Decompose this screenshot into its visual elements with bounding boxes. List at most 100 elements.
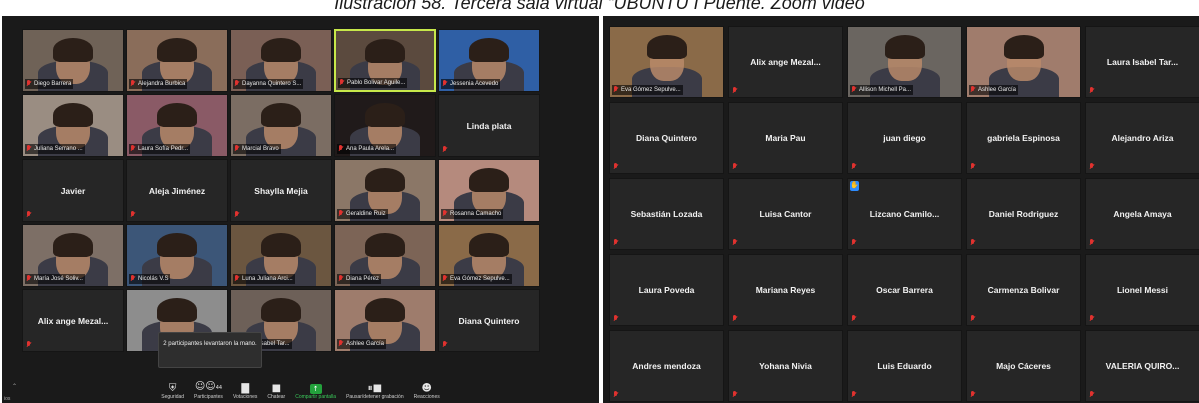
right-participant-tile[interactable]: Laura Isabel Tar...	[1085, 26, 1199, 98]
left-participant-tile[interactable]: María José Soliv...	[22, 224, 124, 287]
mic-muted-icon	[732, 163, 738, 170]
participant-name-tag: María José Soliv...	[25, 273, 85, 284]
left-participant-tile[interactable]: Geraldine Ruiz	[334, 159, 436, 222]
participant-name: Majo Cáceres	[996, 361, 1051, 371]
participant-name: Lizcano Camilo...	[869, 209, 940, 219]
left-participant-tile[interactable]: Javier	[22, 159, 124, 222]
participant-name: Laura Poveda	[638, 285, 695, 295]
mic-muted-icon	[970, 391, 976, 398]
participant-name: Jessenia Acevedo	[450, 81, 499, 87]
right-participant-tile[interactable]: VALERIA QUIRO...	[1085, 330, 1199, 402]
left-participant-tile[interactable]: Linda plata	[438, 94, 540, 157]
right-participant-tile[interactable]: Lizcano Camilo... ✋	[847, 178, 962, 250]
participant-name-tag: Diana Pérez	[337, 273, 382, 284]
right-participant-tile[interactable]: Oscar Barrera	[847, 254, 962, 326]
right-participant-tile[interactable]: Luis Eduardo	[847, 330, 962, 402]
right-participant-tile[interactable]: juan diego	[847, 102, 962, 174]
participant-name: Daniel Rodriguez	[988, 209, 1059, 219]
right-participant-tile[interactable]: Andres mendoza	[609, 330, 724, 402]
mic-muted-icon	[234, 211, 240, 218]
left-participant-tile[interactable]: Diana Quintero	[438, 289, 540, 352]
participant-name-tag: Marcial Bravo	[233, 143, 281, 154]
right-participant-tile[interactable]: Laura Poveda	[609, 254, 724, 326]
polls-button[interactable]: ▇ Votaciones	[228, 378, 262, 403]
participant-name: juan diego	[883, 133, 926, 143]
right-participant-tile[interactable]: Majo Cáceres	[966, 330, 1081, 402]
right-participant-tile[interactable]: Lionel Messi	[1085, 254, 1199, 326]
right-participant-tile[interactable]: Alejandro Ariza	[1085, 102, 1199, 174]
left-participant-tile[interactable]: Jessenia Acevedo	[438, 29, 540, 92]
left-participant-tile[interactable]: Ana Paula Arela...	[334, 94, 436, 157]
mic-muted-icon	[613, 391, 619, 398]
left-participant-tile[interactable]: Laura Sofía Pedr...	[126, 94, 228, 157]
left-participant-tile[interactable]: Ashlee García	[334, 289, 436, 352]
left-participant-tile[interactable]: Diego Barrera	[22, 29, 124, 92]
mic-muted-icon	[442, 209, 448, 217]
left-participant-tile[interactable]: Diana Pérez	[334, 224, 436, 287]
participants-button[interactable]: ☺☺44 Participantes	[189, 378, 228, 403]
participant-name: Marcial Bravo	[242, 146, 279, 152]
right-participant-tile[interactable]: Angela Amaya	[1085, 178, 1199, 250]
right-participant-tile[interactable]: Daniel Rodriguez	[966, 178, 1081, 250]
person-hair	[261, 38, 301, 62]
chevron-up-icon[interactable]: ⌃	[12, 383, 17, 390]
participant-name: Ashlee García	[978, 87, 1017, 93]
left-participant-tile[interactable]: Juliana Serrano ...	[22, 94, 124, 157]
right-participant-tile[interactable]: Eva Gómez Sepulve...	[609, 26, 724, 98]
participant-name: Javier	[60, 185, 86, 196]
participant-name: Diana Pérez	[346, 276, 380, 282]
chat-button[interactable]: ■ Chatear	[262, 378, 290, 403]
participant-name: Aleja Jiménez	[148, 185, 206, 196]
participant-name: Luna Juliana Arci...	[242, 276, 293, 282]
right-participant-tile[interactable]: Allison Michell Pa...	[847, 26, 962, 98]
left-participant-tile[interactable]: Luna Juliana Arci...	[230, 224, 332, 287]
left-participant-tile[interactable]: Alix ange Mezal...	[22, 289, 124, 352]
right-participant-tile[interactable]: Alix ange Mezal...	[728, 26, 843, 98]
reactions-label: Reacciones	[413, 394, 440, 400]
mic-muted-icon	[26, 79, 32, 87]
left-participant-tile[interactable]: Nicolás V.S	[126, 224, 228, 287]
mic-muted-icon	[970, 85, 976, 93]
participant-name: Alix ange Mezal...	[37, 315, 109, 326]
mic-muted-icon	[1089, 391, 1095, 398]
security-label: Seguridad	[161, 394, 185, 400]
participant-name: Luisa Cantor	[759, 209, 812, 219]
mic-muted-icon	[26, 274, 32, 282]
participant-name-tag: Pablo Bolivar Aguile...	[338, 77, 408, 88]
mic-muted-icon	[442, 79, 448, 87]
record-button[interactable]: ⏸■ Pausar/detener grabación	[341, 378, 409, 403]
left-participant-tile[interactable]: Eva Gómez Sepulve...	[438, 224, 540, 287]
left-participant-tile[interactable]: Pablo Bolivar Aguile...	[334, 29, 436, 92]
person-hair	[157, 233, 197, 257]
left-participant-tile[interactable]: Marcial Bravo	[230, 94, 332, 157]
left-participant-tile[interactable]: Rosanna Camacho	[438, 159, 540, 222]
right-participant-tile[interactable]: Yohana Nivia	[728, 330, 843, 402]
share-screen-button[interactable]: ↑ Compartir pantalla	[290, 378, 341, 403]
participant-name-tag: Ashlee García	[969, 84, 1019, 95]
right-participant-tile[interactable]: Luisa Cantor	[728, 178, 843, 250]
security-button[interactable]: ⛨ Seguridad	[156, 378, 189, 403]
participant-name: Alejandro Ariza	[1111, 133, 1174, 143]
right-participant-tile[interactable]: Carmenza Bolivar	[966, 254, 1081, 326]
person-hair	[157, 103, 197, 127]
mic-muted-icon	[851, 85, 857, 93]
right-participant-tile[interactable]: Sebastián Lozada	[609, 178, 724, 250]
participant-name: Dayanna Quintero S...	[242, 81, 302, 87]
person-hair	[469, 233, 509, 257]
right-participant-tile[interactable]: Maria Pau	[728, 102, 843, 174]
right-participant-tile[interactable]: gabriela Espinosa	[966, 102, 1081, 174]
right-participant-tile[interactable]: Mariana Reyes	[728, 254, 843, 326]
left-participant-tile[interactable]: Aleja Jiménez	[126, 159, 228, 222]
right-participant-tile[interactable]: Ashlee García	[966, 26, 1081, 98]
mic-muted-icon	[732, 239, 738, 246]
person-hair	[365, 103, 405, 127]
participant-name: Oscar Barrera	[876, 285, 933, 295]
right-participant-tile[interactable]: Diana Quintero	[609, 102, 724, 174]
mic-muted-icon	[130, 144, 136, 152]
left-participant-tile[interactable]: Alejandra Burbica	[126, 29, 228, 92]
mic-muted-icon	[338, 339, 344, 347]
reactions-button[interactable]: ☻ Reacciones	[409, 378, 445, 403]
person-hair	[884, 35, 925, 59]
left-participant-tile[interactable]: Shaylla Mejia	[230, 159, 332, 222]
left-participant-tile[interactable]: Dayanna Quintero S...	[230, 29, 332, 92]
